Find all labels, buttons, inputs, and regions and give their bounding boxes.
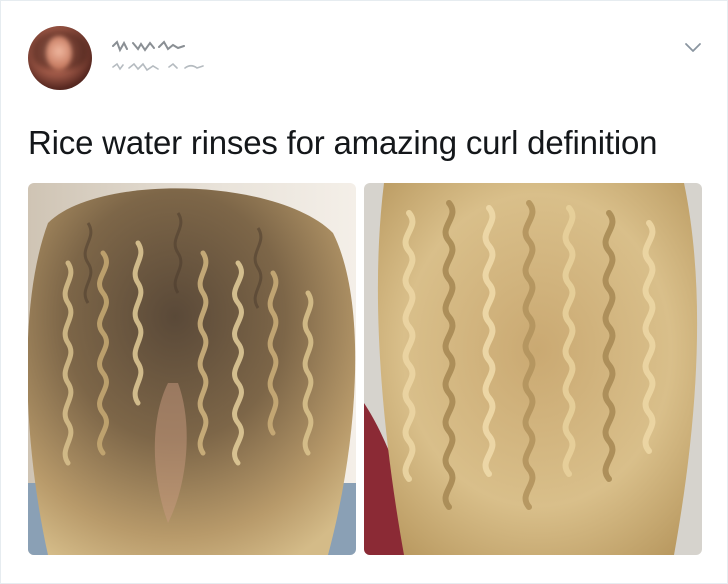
defined-curls-image — [364, 183, 702, 555]
curly-hair-image — [28, 183, 356, 555]
tweet-text: Rice water rinses for amazing curl defin… — [28, 124, 658, 161]
censored-handle[interactable] — [111, 61, 211, 73]
before-photo[interactable] — [28, 183, 356, 555]
chevron-down-icon[interactable] — [683, 37, 703, 57]
user-avatar[interactable] — [28, 26, 92, 90]
avatar-face — [46, 36, 72, 70]
after-photo[interactable] — [364, 183, 702, 555]
tweet-card: Rice water rinses for amazing curl defin… — [0, 0, 728, 584]
censored-display-name[interactable] — [111, 39, 191, 53]
